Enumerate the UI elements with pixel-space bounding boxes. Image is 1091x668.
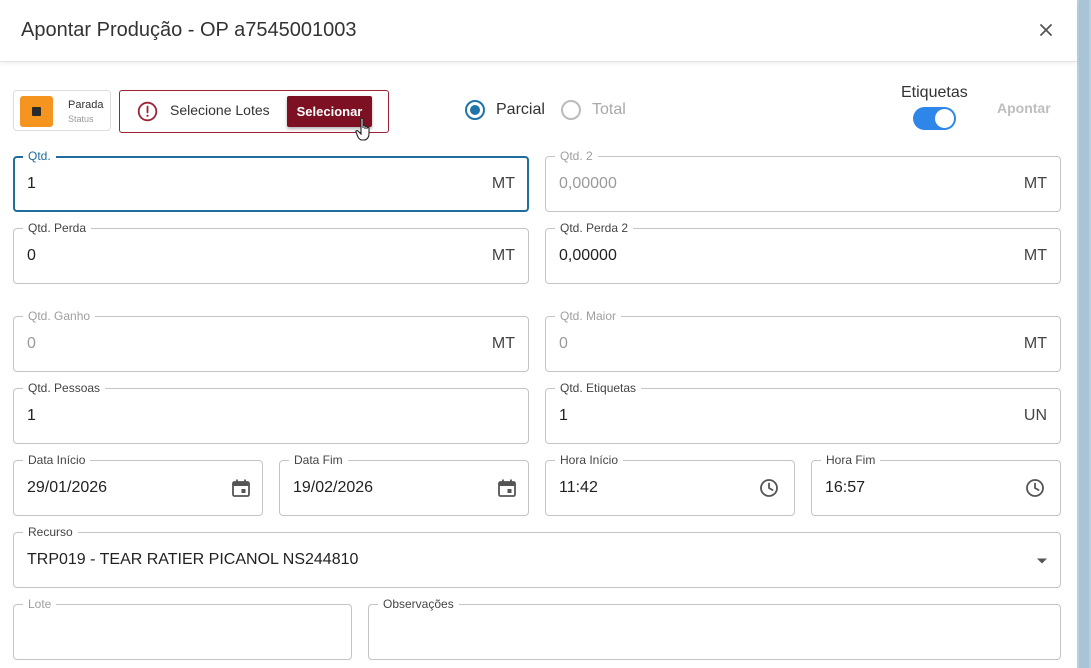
recurso-label: Recurso [23, 525, 78, 539]
recurso-value[interactable]: TRP019 - TEAR RATIER PICANOL NS244810 [27, 550, 358, 570]
radio-parcial-label[interactable]: Parcial [496, 101, 545, 119]
qtd-etiquetas-unit: UN [1023, 407, 1047, 424]
clock-icon[interactable] [758, 477, 780, 499]
qtd-pessoas-value[interactable]: 1 [27, 406, 36, 426]
qtd-field[interactable]: Qtd. 1 MT [13, 149, 529, 212]
status-name: Parada [68, 99, 104, 111]
apontar-button[interactable]: Apontar [997, 100, 1051, 116]
qtd-ganho-field[interactable]: Qtd. Ganho 0 MT [13, 309, 529, 372]
dialog-header: Apontar Produção - OP a7545001003 [0, 0, 1077, 62]
status-caption: Status [68, 114, 94, 124]
radio-parcial[interactable] [465, 100, 485, 120]
calendar-icon[interactable] [496, 477, 518, 499]
dropdown-arrow-icon[interactable] [1036, 557, 1048, 565]
qtd-etiquetas-field[interactable]: Qtd. Etiquetas 1 UN [545, 381, 1061, 444]
qtd-maior-label: Qtd. Maior [555, 309, 622, 323]
qtd-ganho-label: Qtd. Ganho [23, 309, 96, 323]
etiquetas-toggle[interactable] [913, 107, 956, 130]
qtd2-label: Qtd. 2 [555, 149, 598, 163]
data-inicio-value[interactable]: 29/01/2026 [27, 478, 107, 498]
qtd-maior-value[interactable]: 0 [559, 334, 568, 354]
lotes-warning: Selecione Lotes Selecionar [119, 90, 389, 133]
qtd-etiquetas-label: Qtd. Etiquetas [555, 381, 642, 395]
clock-icon[interactable] [1024, 477, 1046, 499]
calendar-icon[interactable] [230, 477, 252, 499]
alert-circle-icon [137, 101, 158, 122]
qtd-maior-field[interactable]: Qtd. Maior 0 MT [545, 309, 1061, 372]
recurso-select[interactable]: Recurso TRP019 - TEAR RATIER PICANOL NS2… [13, 525, 1061, 588]
qtd-maior-unit: MT [1023, 335, 1047, 352]
observacoes-field[interactable]: Observações [368, 597, 1061, 660]
qtd-perda2-unit: MT [1023, 247, 1047, 264]
hora-fim-label: Hora Fim [821, 453, 881, 467]
qtd-perda-unit: MT [491, 247, 515, 264]
hora-fim-field[interactable]: Hora Fim 16:57 [811, 453, 1061, 516]
data-inicio-label: Data Início [23, 453, 91, 467]
scrollbar[interactable] [1077, 0, 1091, 668]
qtd-etiquetas-value[interactable]: 1 [559, 406, 568, 426]
radio-total[interactable] [561, 100, 581, 120]
qtd2-value[interactable]: 0,00000 [559, 174, 617, 194]
close-icon[interactable] [1036, 19, 1056, 41]
hora-inicio-value[interactable]: 11:42 [559, 478, 598, 498]
qtd-perda2-value[interactable]: 0,00000 [559, 246, 617, 266]
apontar-dialog: Apontar Produção - OP a7545001003 Parada… [0, 0, 1077, 668]
hora-fim-value[interactable]: 16:57 [825, 478, 865, 498]
qtd-pessoas-label: Qtd. Pessoas [23, 381, 106, 395]
lote-label: Lote [23, 597, 57, 611]
data-fim-label: Data Fim [289, 453, 348, 467]
data-fim-field[interactable]: Data Fim 19/02/2026 [279, 453, 529, 516]
hora-inicio-field[interactable]: Hora Início 11:42 [545, 453, 795, 516]
hora-inicio-label: Hora Início [555, 453, 624, 467]
qtd-ganho-value[interactable]: 0 [27, 334, 36, 354]
qtd-label: Qtd. [23, 149, 56, 163]
qtd-perda-label: Qtd. Perda [23, 221, 92, 235]
scrollbar-thumb[interactable] [1079, 0, 1089, 668]
selecionar-button[interactable]: Selecionar [287, 96, 372, 127]
lote-field[interactable]: Lote [13, 597, 352, 660]
qtd-perda-field[interactable]: Qtd. Perda 0 MT [13, 221, 529, 284]
qtd2-field[interactable]: Qtd. 2 0,00000 MT [545, 149, 1061, 212]
observacoes-label: Observações [378, 597, 459, 611]
qtd2-unit: MT [1023, 175, 1047, 192]
status-indicator: Parada Status [13, 90, 111, 131]
qtd-perda2-label: Qtd. Perda 2 [555, 221, 634, 235]
qtd-value[interactable]: 1 [27, 174, 36, 194]
lotes-warning-text: Selecione Lotes [170, 102, 270, 118]
dialog-title: Apontar Produção - OP a7545001003 [21, 19, 357, 41]
qtd-ganho-unit: MT [491, 335, 515, 352]
etiquetas-label: Etiquetas [901, 84, 968, 101]
qtd-pessoas-field[interactable]: Qtd. Pessoas 1 [13, 381, 529, 444]
status-stop-icon [20, 96, 53, 127]
qtd-perda2-field[interactable]: Qtd. Perda 2 0,00000 MT [545, 221, 1061, 284]
qtd-perda-value[interactable]: 0 [27, 246, 36, 266]
data-fim-value[interactable]: 19/02/2026 [293, 478, 373, 498]
radio-total-label[interactable]: Total [592, 101, 626, 119]
data-inicio-field[interactable]: Data Início 29/01/2026 [13, 453, 263, 516]
qtd-unit: MT [491, 175, 515, 192]
